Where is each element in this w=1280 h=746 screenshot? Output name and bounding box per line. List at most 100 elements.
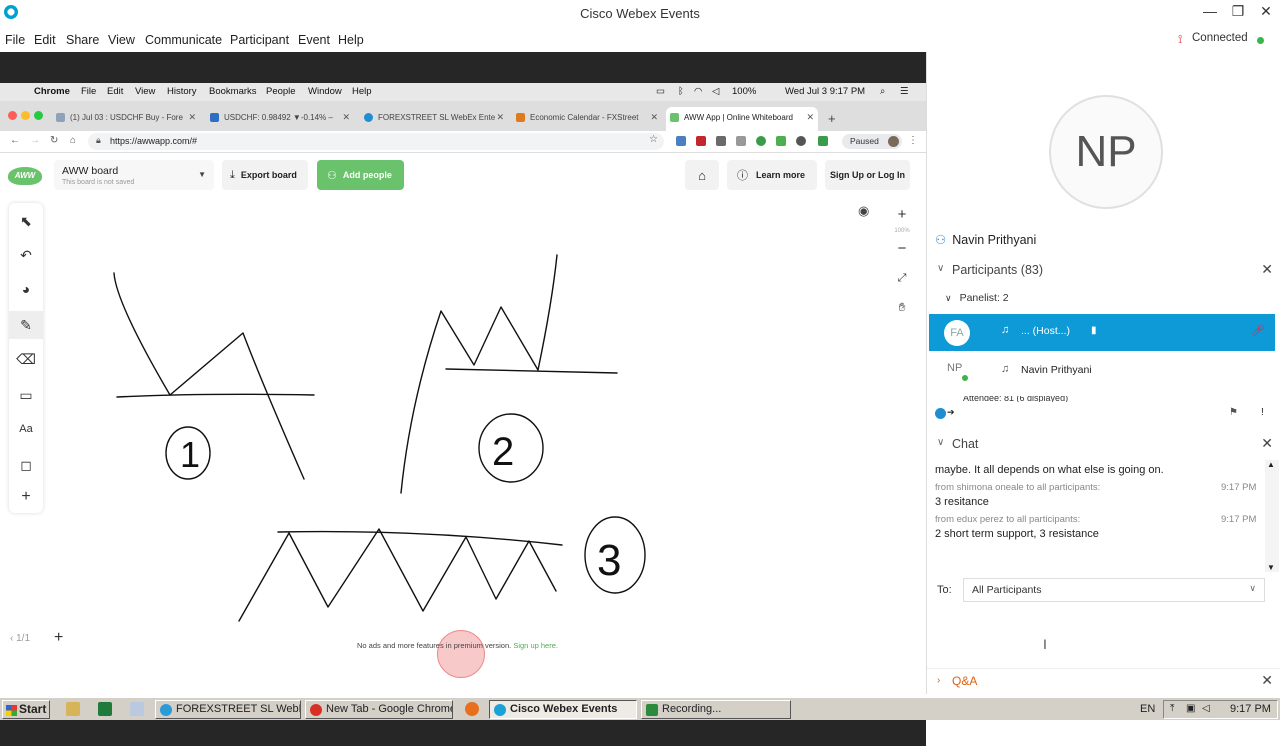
alert-icon[interactable]: ! bbox=[1261, 407, 1264, 418]
export-board-button[interactable]: ⤓ Export board bbox=[222, 160, 308, 190]
add-people-button[interactable]: ⚇ Add people bbox=[317, 160, 404, 190]
tab-close-icon[interactable]: ✕ bbox=[650, 112, 658, 123]
browser-tab[interactable]: Economic Calendar - FXStreet ✕ bbox=[512, 107, 662, 131]
taskbar-item[interactable]: Recording... bbox=[641, 700, 791, 719]
system-tray: ⤒ ▣ ◁ 9:17 PM bbox=[1163, 700, 1278, 719]
forward-icon[interactable]: → bbox=[30, 135, 40, 146]
board-selector[interactable]: AWW board This board is not saved ▼ bbox=[54, 160, 214, 190]
menu-share[interactable]: Share bbox=[66, 33, 99, 47]
chrome-menu-icon[interactable]: ⋮ bbox=[908, 135, 918, 146]
folder-icon[interactable] bbox=[66, 702, 80, 716]
menu-help[interactable]: Help bbox=[338, 33, 364, 47]
home-icon[interactable]: ⌂ bbox=[70, 135, 76, 146]
participant-row-host[interactable]: FA ♫ ... (Host...) ▮ 🎤︎ bbox=[929, 314, 1275, 351]
select-tool-icon[interactable]: ⬉ bbox=[9, 207, 43, 235]
eraser-tool-icon[interactable]: ⌫ bbox=[9, 345, 43, 373]
extension-icon[interactable] bbox=[716, 136, 726, 146]
tab-close-icon[interactable]: ✕ bbox=[342, 112, 350, 123]
scroll-up-icon[interactable]: ▲ bbox=[1267, 460, 1275, 469]
learn-more-button[interactable]: ⓘ Learn more bbox=[727, 160, 817, 190]
pan-hand-icon[interactable]: ✋︎ bbox=[888, 300, 916, 315]
maximize-button[interactable]: ❐ bbox=[1224, 3, 1252, 20]
browser-tab[interactable]: FOREXSTREET SL WebEx Ente ✕ bbox=[360, 107, 508, 131]
minimize-button[interactable]: — bbox=[1196, 3, 1224, 19]
new-tab-button[interactable]: + bbox=[822, 107, 842, 131]
undo-icon[interactable]: ↶ bbox=[9, 241, 43, 269]
menu-communicate[interactable]: Communicate bbox=[145, 33, 222, 47]
menu-participant[interactable]: Participant bbox=[230, 33, 289, 47]
download-icon: ⤓ bbox=[230, 168, 235, 181]
extension-icon[interactable] bbox=[776, 136, 786, 146]
chat-recipient-select[interactable]: All Participants ∨ bbox=[963, 578, 1265, 602]
taskbar-item[interactable]: FOREXSTREET SL WebE... bbox=[155, 700, 301, 719]
firefox-icon[interactable] bbox=[465, 702, 479, 716]
rectangle-tool-icon[interactable]: ▭ bbox=[9, 381, 43, 409]
scroll-down-icon[interactable]: ▼ bbox=[1267, 563, 1275, 572]
speaker-icon[interactable]: ◁ bbox=[1202, 703, 1210, 714]
excel-icon[interactable] bbox=[98, 702, 112, 716]
browser-tab[interactable]: (1) Jul 03 : USDCHF Buy - Fore ✕ bbox=[52, 107, 200, 131]
home-button[interactable]: ⌂ bbox=[685, 160, 719, 190]
zoom-in-icon[interactable]: + bbox=[888, 206, 916, 223]
close-qa-icon[interactable]: ✕ bbox=[1261, 672, 1273, 689]
tab-close-icon[interactable]: ✕ bbox=[496, 112, 504, 123]
sticky-note-icon[interactable]: ◻ bbox=[9, 451, 43, 479]
globe-icon[interactable] bbox=[935, 408, 946, 419]
chat-timestamp: 9:17 PM bbox=[1221, 514, 1257, 525]
menu-view[interactable]: View bbox=[108, 33, 135, 47]
tab-close-icon[interactable]: ✕ bbox=[188, 112, 196, 123]
zoom-out-icon[interactable]: − bbox=[888, 240, 916, 257]
aww-logo[interactable]: AWW bbox=[8, 167, 42, 185]
panelist-group-header[interactable]: ∨ Panelist: 2 bbox=[945, 292, 1009, 304]
signup-link[interactable]: Sign up here. bbox=[513, 641, 558, 650]
fit-screen-icon[interactable]: ⤢ bbox=[888, 272, 916, 285]
extension-icon[interactable] bbox=[736, 136, 746, 146]
notepad-icon[interactable] bbox=[130, 702, 144, 716]
language-indicator[interactable]: EN bbox=[1140, 703, 1155, 715]
close-chat-icon[interactable]: ✕ bbox=[1261, 435, 1273, 452]
chat-transcript[interactable]: maybe. It all depends on what else is go… bbox=[927, 460, 1280, 572]
tab-close-icon[interactable]: ✕ bbox=[806, 112, 814, 123]
mac-zoom-icon bbox=[34, 111, 43, 120]
browser-tab-active[interactable]: AWW App | Online Whiteboard ✕ bbox=[666, 107, 818, 131]
color-palette-icon[interactable]: ◕ bbox=[9, 275, 43, 303]
close-participants-icon[interactable]: ✕ bbox=[1261, 261, 1273, 278]
menu-edit[interactable]: Edit bbox=[34, 33, 56, 47]
view-mode-eye-icon[interactable]: ◉ bbox=[858, 203, 869, 219]
start-button[interactable]: Start bbox=[2, 700, 50, 719]
text-tool-icon[interactable]: Aa bbox=[9, 415, 43, 443]
browser-tab[interactable]: USDCHF: 0.98492 ▼-0.14% – ✕ bbox=[206, 107, 354, 131]
attendee-group-header[interactable]: Attendee: 81 (6 displayed) bbox=[963, 396, 1068, 402]
network-icon[interactable]: ▣ bbox=[1186, 703, 1195, 714]
address-bar[interactable]: 🔒︎ https://awwapp.com/# ☆ bbox=[88, 133, 664, 150]
back-icon[interactable]: ← bbox=[10, 135, 20, 146]
menu-event[interactable]: Event bbox=[298, 33, 330, 47]
chat-header[interactable]: ∨ Chat ✕ bbox=[927, 432, 1280, 456]
profile-paused-button[interactable]: Paused bbox=[842, 134, 902, 149]
muted-mic-icon[interactable]: 🎤︎ bbox=[1251, 324, 1265, 337]
participant-row[interactable]: NP ♫ Navin Prithyani bbox=[929, 354, 1275, 388]
add-tool-icon[interactable]: + bbox=[9, 483, 43, 511]
extension-icon[interactable] bbox=[676, 136, 686, 146]
pencil-tool-icon[interactable]: ✎ bbox=[9, 311, 43, 339]
close-button[interactable]: ✕ bbox=[1252, 3, 1280, 20]
host-name: ... (Host...) bbox=[1021, 325, 1071, 337]
add-page-button[interactable]: + bbox=[54, 629, 63, 647]
menu-file[interactable]: File bbox=[5, 33, 25, 47]
taskbar-item[interactable]: New Tab - Google Chrome bbox=[305, 700, 453, 719]
taskbar-clock[interactable]: 9:17 PM bbox=[1230, 703, 1271, 715]
extension-icon[interactable] bbox=[756, 136, 766, 146]
chat-scrollbar[interactable]: ▲ ▼ bbox=[1265, 460, 1279, 572]
qa-header[interactable]: › Q&A ✕ bbox=[927, 668, 1280, 692]
signup-login-button[interactable]: Sign Up or Log In bbox=[825, 160, 910, 190]
taskbar-item-active[interactable]: Cisco Webex Events bbox=[489, 700, 637, 719]
extension-icon[interactable] bbox=[796, 136, 806, 146]
arrow-right-icon[interactable]: ➔ bbox=[947, 407, 955, 418]
extension-icon[interactable] bbox=[696, 136, 706, 146]
participants-header[interactable]: ∨ Participants (83) ✕ bbox=[927, 258, 1280, 282]
raise-hand-icon[interactable]: ⚑ bbox=[1229, 407, 1238, 418]
bookmark-star-icon[interactable]: ☆ bbox=[649, 134, 658, 145]
tray-expand-icon[interactable]: ⤒ bbox=[1170, 703, 1174, 714]
extension-icon[interactable] bbox=[818, 136, 828, 146]
reload-icon[interactable]: ↻ bbox=[50, 135, 58, 146]
